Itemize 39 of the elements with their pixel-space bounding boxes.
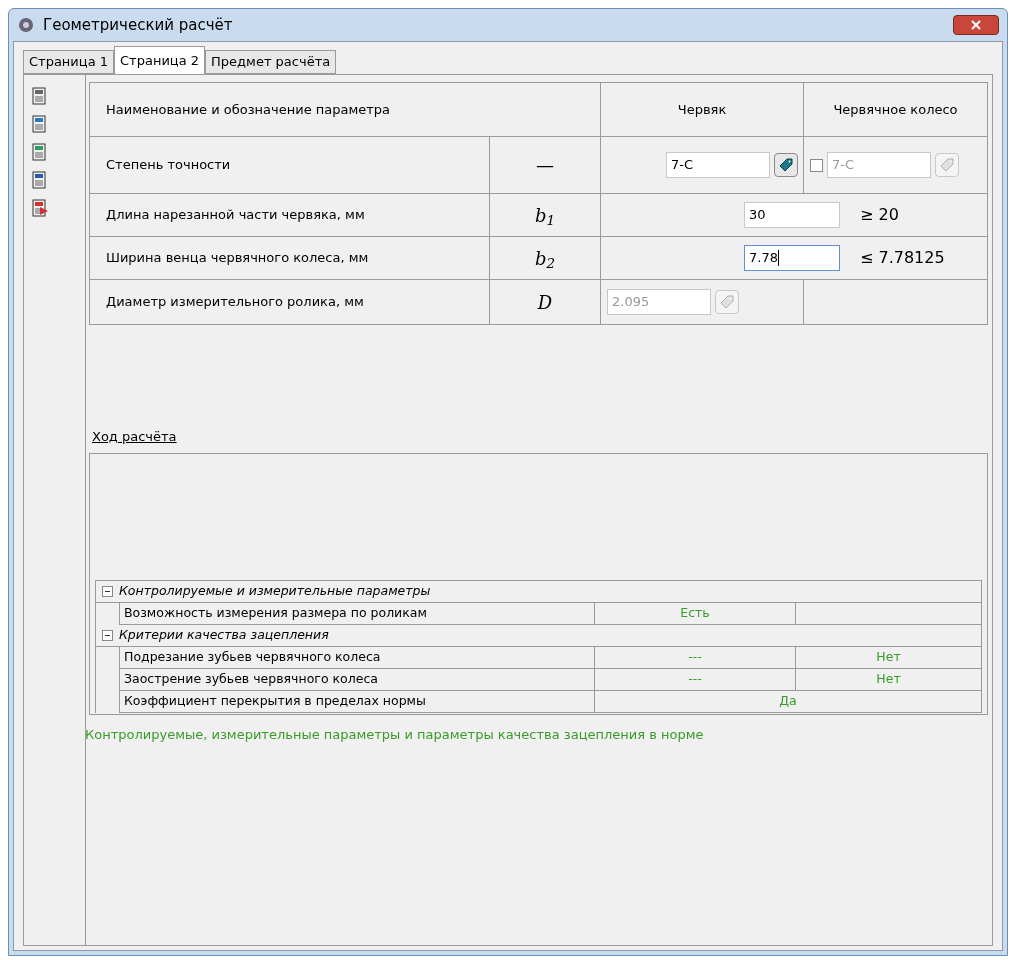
edit-button[interactable] (774, 153, 798, 177)
result-value: --- (595, 646, 796, 669)
result-name: Заострение зубьев червячного колеса (119, 668, 595, 691)
limit-value: ≥ 20 (860, 204, 899, 226)
tag-icon (719, 294, 735, 310)
tag-icon (939, 157, 955, 173)
result-name: Подрезание зубьев червячного колеса (119, 646, 595, 669)
window-title: Геометрический расчёт (43, 14, 233, 36)
tab[interactable]: Страница 1 (23, 50, 115, 74)
collapse-toggle[interactable] (102, 629, 113, 641)
result-value: --- (595, 668, 796, 691)
summary-text: Контролируемые, измерительные параметры и параметры качества зацепления в норме (85, 725, 705, 744)
column-header: Червячное колесо (804, 83, 988, 137)
parameter-name: Диаметр измерительного ролика, мм (90, 280, 490, 325)
text-cursor (777, 250, 779, 266)
progress-link[interactable]: Ход расчёта (92, 427, 177, 447)
close-icon (971, 20, 981, 30)
result-value: Нет (796, 646, 982, 669)
column-header: Червяк (601, 83, 804, 137)
result-value: Да (595, 690, 982, 713)
parameter-name: Ширина венца червячного колеса, мм (90, 237, 490, 280)
close-button[interactable] (953, 15, 999, 35)
input-field[interactable]: 30 (744, 202, 840, 228)
column-header: Наименование и обозначение параметра (90, 83, 601, 137)
collapse-toggle[interactable] (102, 585, 113, 597)
parameter-name: Длина нарезанной части червяка, мм (90, 194, 490, 237)
group-title: Критерии качества зацепления (119, 625, 329, 644)
result-value: Нет (796, 668, 982, 691)
input-field[interactable]: 7.78 (744, 245, 840, 271)
result-name: Коэффициент перекрытия в пределах нормы (119, 690, 595, 713)
tab[interactable]: Страница 2 (114, 46, 206, 74)
tab[interactable]: Предмет расчёта (205, 50, 337, 74)
group-title: Контролируемые и измерительные параметры (119, 581, 431, 600)
limit-value: ≤ 7.78125 (860, 247, 945, 269)
tag-icon (778, 157, 794, 173)
result-value: Есть (595, 602, 796, 625)
result-name: Возможность измерения размера по роликам (119, 602, 595, 625)
input-field[interactable]: 7-С (666, 152, 770, 178)
parameter-name: Степень точности (90, 137, 490, 194)
